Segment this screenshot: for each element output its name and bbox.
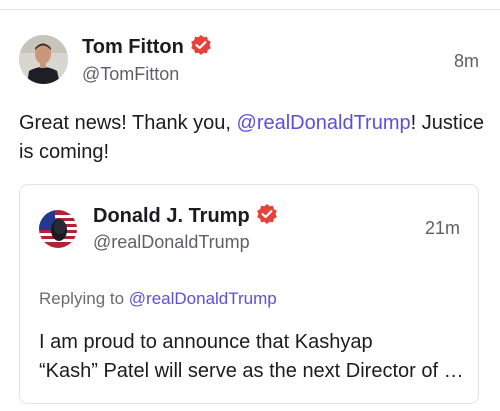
quoted-post-text: I am proud to announce that Kashyap “Kas… bbox=[39, 328, 464, 386]
quoted-author-handle[interactable]: @realDonaldTrump bbox=[93, 232, 250, 253]
replying-to: Replying to @realDonaldTrump bbox=[39, 289, 277, 309]
post-text-part: Great news! Thank you, bbox=[19, 112, 237, 134]
author-handle[interactable]: @TomFitton bbox=[82, 64, 179, 85]
quoted-post-card[interactable]: Donald J. Trump @realDonaldTrump 21m Rep… bbox=[19, 184, 479, 404]
author-name-text: Tom Fitton bbox=[82, 36, 184, 58]
verified-badge-icon bbox=[190, 34, 212, 62]
quoted-author-name-text: Donald J. Trump bbox=[93, 205, 250, 227]
post-text: Great news! Thank you, @realDonaldTrump!… bbox=[19, 109, 484, 167]
author-avatar[interactable] bbox=[19, 35, 68, 84]
quoted-author-name[interactable]: Donald J. Trump bbox=[93, 203, 278, 231]
replying-label: Replying to bbox=[39, 289, 129, 308]
quoted-author-avatar[interactable] bbox=[39, 210, 77, 248]
mention-link[interactable]: @realDonaldTrump bbox=[237, 112, 411, 134]
quoted-text-line: I am proud to announce that Kashyap bbox=[39, 331, 373, 353]
post[interactable]: Tom Fitton @TomFitton 8m Great news! Tha… bbox=[0, 10, 500, 411]
quoted-timestamp: 21m bbox=[424, 218, 460, 238]
author-name[interactable]: Tom Fitton bbox=[82, 34, 212, 62]
quoted-text-line: “Kash” Patel will serve as the next Dire… bbox=[39, 360, 464, 382]
replying-handle-link[interactable]: @realDonaldTrump bbox=[129, 289, 277, 308]
post-timestamp: 8m bbox=[453, 51, 479, 71]
verified-badge-icon bbox=[256, 203, 278, 231]
